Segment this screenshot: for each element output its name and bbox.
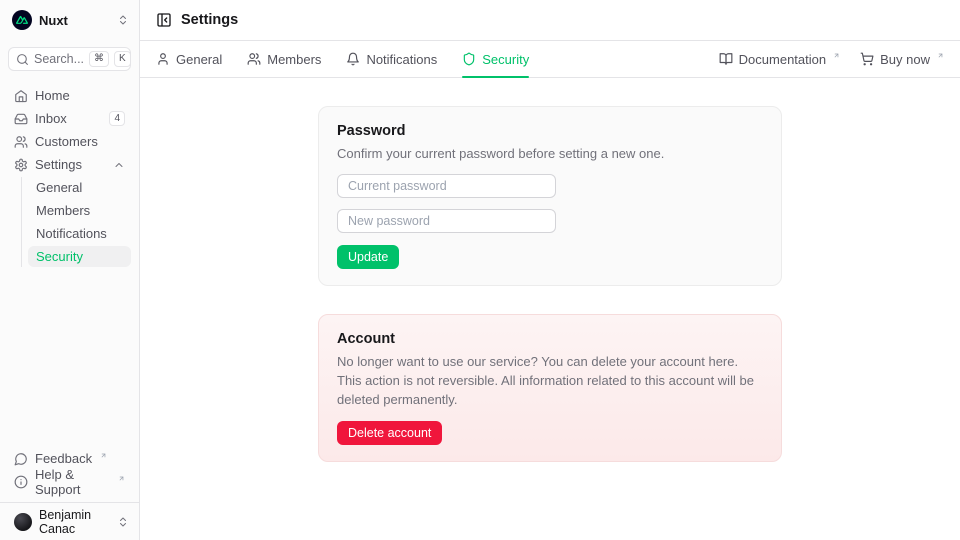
sidebar-item-label: Customers bbox=[35, 134, 125, 149]
search-input[interactable]: Search... ⌘ K bbox=[8, 47, 131, 71]
external-link-icon bbox=[118, 475, 125, 482]
book-open-icon bbox=[719, 52, 733, 66]
foot-link-label: Feedback bbox=[35, 451, 92, 466]
delete-account-button[interactable]: Delete account bbox=[337, 421, 442, 445]
user-icon bbox=[156, 52, 170, 66]
settings-tabs: General Members Notifications Security D… bbox=[140, 41, 960, 78]
new-password-field[interactable] bbox=[337, 209, 556, 233]
kbd-meta: ⌘ bbox=[89, 51, 109, 67]
panel-left-close-icon[interactable] bbox=[156, 12, 172, 28]
buy-now-link[interactable]: Buy now bbox=[860, 52, 944, 67]
sidebar-nav: Home Inbox 4 Customers Settings General … bbox=[0, 81, 139, 269]
sidebar-item-inbox[interactable]: Inbox 4 bbox=[8, 108, 131, 129]
password-card: Password Confirm your current password b… bbox=[318, 106, 782, 286]
settings-security-panel: Password Confirm your current password b… bbox=[140, 78, 960, 540]
card-description: No longer want to use our service? You c… bbox=[337, 352, 763, 409]
search-placeholder: Search... bbox=[34, 52, 84, 66]
user-menu[interactable]: Benjamin Canac bbox=[0, 502, 139, 540]
sidebar-item-settings[interactable]: Settings bbox=[8, 154, 131, 175]
tab-label: Notifications bbox=[366, 52, 437, 67]
external-link-icon bbox=[833, 52, 840, 59]
sidebar-item-label: General bbox=[36, 180, 82, 195]
sidebar-item-security[interactable]: Security bbox=[28, 246, 131, 267]
action-label: Documentation bbox=[739, 52, 826, 67]
shield-icon bbox=[462, 52, 476, 66]
sidebar-item-label: Inbox bbox=[35, 111, 102, 126]
gear-icon bbox=[14, 158, 28, 172]
card-title: Account bbox=[337, 331, 763, 347]
home-icon bbox=[14, 89, 28, 103]
tab-notifications[interactable]: Notifications bbox=[346, 41, 437, 77]
bell-icon bbox=[346, 52, 360, 66]
sidebar-item-label: Notifications bbox=[36, 226, 107, 241]
card-title: Password bbox=[337, 123, 763, 139]
nuxt-logo-icon bbox=[12, 10, 32, 30]
tab-label: Members bbox=[267, 52, 321, 67]
sidebar: Nuxt Search... ⌘ K Home Inbox 4 Customer… bbox=[0, 0, 140, 540]
documentation-link[interactable]: Documentation bbox=[719, 52, 840, 67]
sidebar-item-label: Security bbox=[36, 249, 83, 264]
chevrons-up-down-icon bbox=[117, 516, 129, 528]
chevron-up-icon bbox=[113, 159, 125, 171]
sidebar-item-label: Members bbox=[36, 203, 90, 218]
tab-label: General bbox=[176, 52, 222, 67]
page-title: Settings bbox=[181, 12, 238, 28]
help-support-link[interactable]: Help & Support bbox=[8, 471, 131, 492]
avatar bbox=[14, 513, 32, 531]
current-password-field[interactable] bbox=[337, 174, 556, 198]
users-icon bbox=[14, 135, 28, 149]
shopping-cart-icon bbox=[860, 52, 874, 66]
message-circle-icon bbox=[14, 452, 28, 466]
search-icon bbox=[16, 53, 29, 66]
settings-sub-nav: General Members Notifications Security bbox=[21, 177, 131, 267]
update-password-button[interactable]: Update bbox=[337, 245, 399, 269]
inbox-count-badge: 4 bbox=[109, 111, 125, 126]
info-icon bbox=[14, 475, 28, 489]
main-area: Settings General Members Notifications S… bbox=[140, 0, 960, 540]
sidebar-footer: Feedback Help & Support bbox=[0, 448, 139, 502]
tab-security[interactable]: Security bbox=[462, 41, 529, 77]
tab-general[interactable]: General bbox=[156, 41, 222, 77]
sidebar-item-general[interactable]: General bbox=[28, 177, 131, 198]
sidebar-item-home[interactable]: Home bbox=[8, 85, 131, 106]
inbox-icon bbox=[14, 112, 28, 126]
external-link-icon bbox=[937, 52, 944, 59]
sidebar-item-members[interactable]: Members bbox=[28, 200, 131, 221]
sidebar-item-customers[interactable]: Customers bbox=[8, 131, 131, 152]
users-icon bbox=[247, 52, 261, 66]
workspace-name: Nuxt bbox=[39, 13, 68, 28]
tab-members[interactable]: Members bbox=[247, 41, 321, 77]
user-name: Benjamin Canac bbox=[39, 508, 110, 536]
chevrons-up-down-icon bbox=[117, 14, 129, 26]
sidebar-item-notifications[interactable]: Notifications bbox=[28, 223, 131, 244]
tab-label: Security bbox=[482, 52, 529, 67]
toolbar-actions: Documentation Buy now bbox=[719, 52, 944, 67]
action-label: Buy now bbox=[880, 52, 930, 67]
delete-account-card: Account No longer want to use our servic… bbox=[318, 314, 782, 462]
foot-link-label: Help & Support bbox=[35, 467, 110, 497]
kbd-k: K bbox=[114, 51, 131, 67]
external-link-icon bbox=[100, 452, 107, 459]
sidebar-item-label: Home bbox=[35, 88, 125, 103]
card-description: Confirm your current password before set… bbox=[337, 144, 763, 163]
sidebar-item-label: Settings bbox=[35, 157, 106, 172]
page-header: Settings bbox=[140, 0, 960, 41]
workspace-switcher[interactable]: Nuxt bbox=[0, 0, 139, 40]
